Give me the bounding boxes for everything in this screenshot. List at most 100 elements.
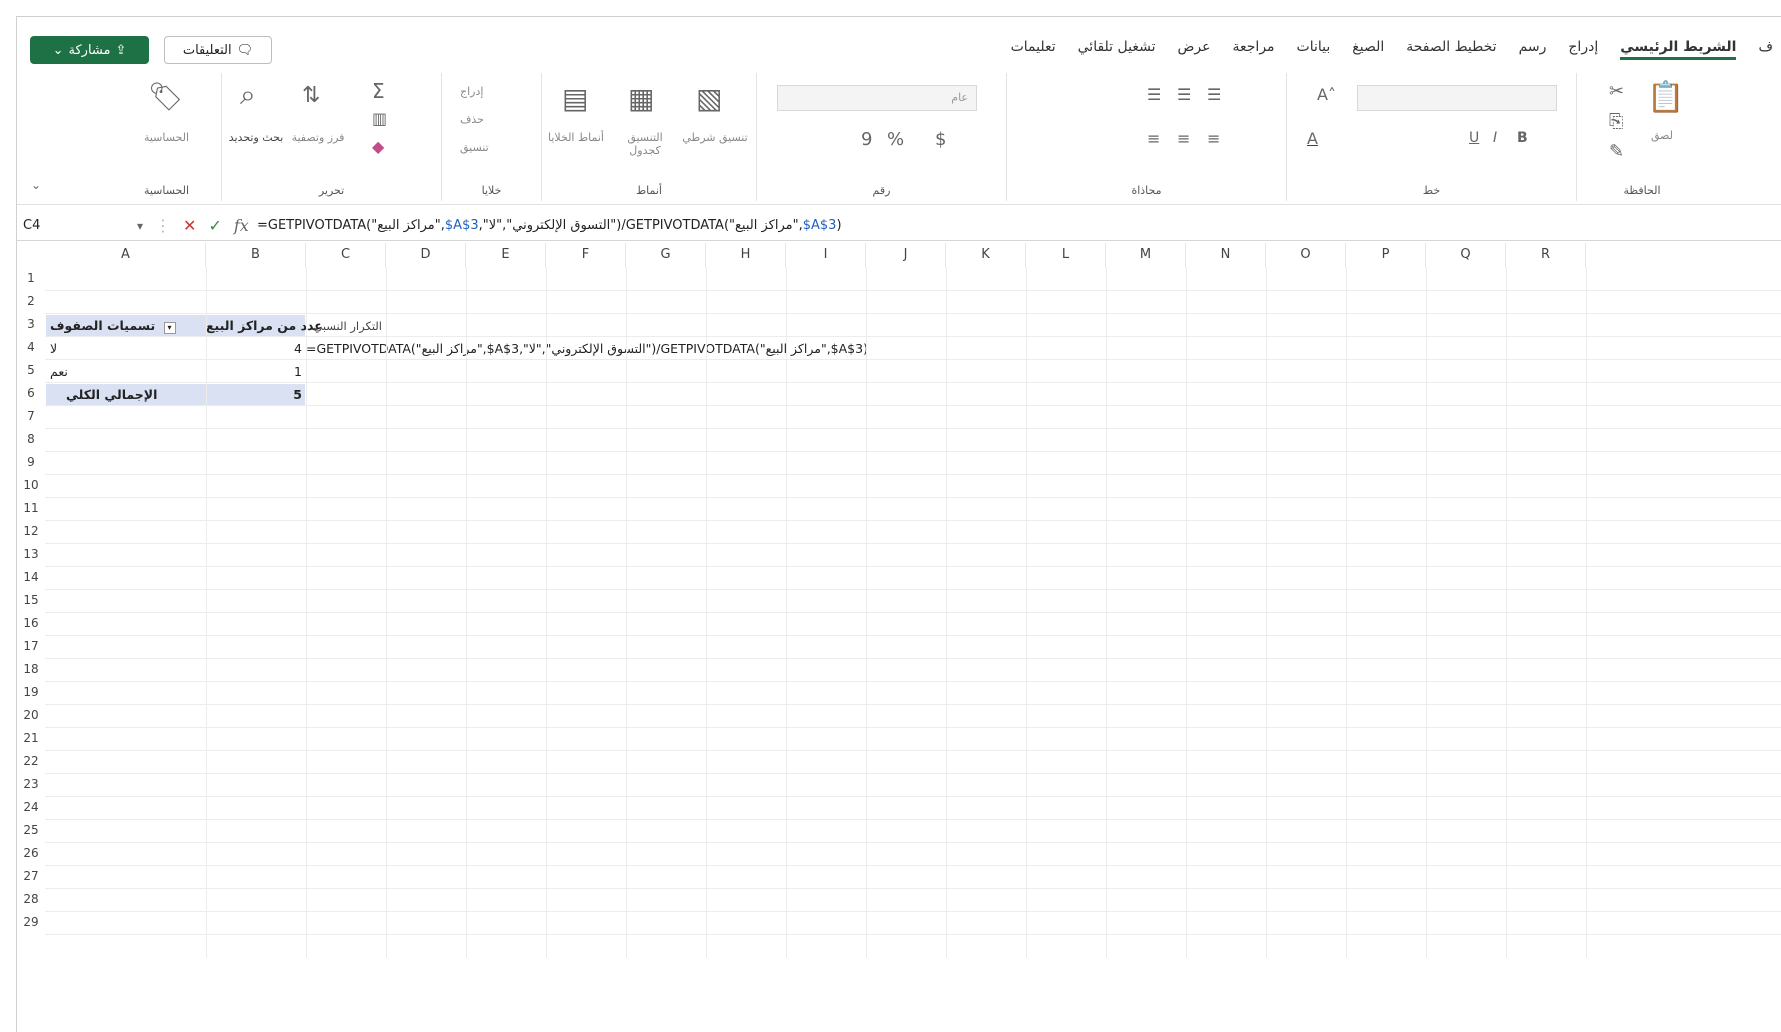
tab-home[interactable]: الشريط الرئيسي — [1620, 39, 1737, 60]
row-header-28[interactable]: 28 — [17, 888, 45, 911]
align-center-icon[interactable]: ≡ — [1177, 131, 1190, 147]
collapse-ribbon-icon[interactable]: ⌄ — [31, 179, 41, 191]
tab-data[interactable]: بيانات — [1297, 39, 1331, 60]
row-header-20[interactable]: 20 — [17, 704, 45, 727]
column-header-b[interactable]: B — [206, 243, 306, 267]
column-header-p[interactable]: P — [1346, 243, 1426, 267]
percent-button[interactable]: % — [887, 131, 904, 149]
tab-page-layout[interactable]: تخطيط الصفحة — [1406, 39, 1496, 60]
cell-styles-icon[interactable]: ▤ — [562, 85, 588, 113]
row-header-24[interactable]: 24 — [17, 796, 45, 819]
row-header-5[interactable]: 5 — [17, 359, 45, 382]
pivot-row-label-yes[interactable]: نعم — [50, 361, 68, 383]
bold-icon[interactable]: B — [1517, 131, 1528, 145]
row-header-8[interactable]: 8 — [17, 428, 45, 451]
delete-cells-button[interactable]: حذف — [460, 113, 484, 126]
pivot-grand-total-value[interactable]: 5 — [206, 384, 305, 406]
pivot-grand-total-label[interactable]: الإجمالي الكلي — [46, 384, 206, 406]
row-header-6[interactable]: 6 — [17, 382, 45, 405]
row-header-26[interactable]: 26 — [17, 842, 45, 865]
tab-insert[interactable]: إدراج — [1568, 39, 1598, 60]
enter-icon[interactable]: ✓ — [208, 216, 221, 235]
row-header-18[interactable]: 18 — [17, 658, 45, 681]
formula-input[interactable]: =GETPIVOTDATA("مراكز البيع",$A$3,"التسوق… — [257, 218, 842, 233]
clear-icon[interactable]: ◆ — [372, 139, 384, 155]
column-header-j[interactable]: J — [866, 243, 946, 267]
italic-icon[interactable]: I — [1493, 131, 1497, 145]
increase-font-icon[interactable]: A˄ — [1317, 87, 1336, 103]
column-header-l[interactable]: L — [1026, 243, 1106, 267]
cell-styles-label[interactable]: أنماط الخلايا — [546, 131, 606, 144]
column-header-f[interactable]: F — [546, 243, 626, 267]
name-box[interactable]: C4 — [17, 218, 137, 233]
sort-filter-icon[interactable]: ⇅ — [302, 85, 320, 107]
column-header-i[interactable]: I — [786, 243, 866, 267]
cell-c4-formula[interactable]: =GETPIVOTDATA("مراكز البيع",$A$3,"التسوق… — [306, 338, 868, 360]
align-right-icon[interactable]: ≡ — [1207, 131, 1220, 147]
number-format-select[interactable]: عام — [777, 85, 977, 111]
font-name-select[interactable] — [1357, 85, 1557, 111]
row-header-16[interactable]: 16 — [17, 612, 45, 635]
column-header-d[interactable]: D — [386, 243, 466, 267]
font-color-icon[interactable]: A — [1307, 131, 1318, 147]
format-painter-icon[interactable]: ✎ — [1609, 143, 1624, 161]
pivot-count-header[interactable]: عدد من مراكز البيع — [206, 315, 323, 337]
insert-function-icon[interactable]: fx — [234, 216, 249, 235]
tab-help[interactable]: تعليمات — [1011, 39, 1056, 60]
column-header-a[interactable]: A — [46, 243, 206, 267]
row-header-25[interactable]: 25 — [17, 819, 45, 842]
align-middle-icon[interactable]: ☰ — [1177, 87, 1191, 103]
row-header-29[interactable]: 29 — [17, 911, 45, 934]
row-header-4[interactable]: 4 — [17, 336, 45, 359]
row-header-1[interactable]: 1 — [17, 267, 45, 290]
cut-icon[interactable]: ✂ — [1609, 83, 1624, 101]
pivot-row-value-yes[interactable]: 1 — [206, 361, 302, 383]
column-header-e[interactable]: E — [466, 243, 546, 267]
align-bottom-icon[interactable]: ☰ — [1207, 87, 1221, 103]
comments-button[interactable]: التعليقات 🗨 — [164, 36, 272, 64]
row-header-2[interactable]: 2 — [17, 290, 45, 313]
row-header-15[interactable]: 15 — [17, 589, 45, 612]
pivot-filter-dropdown-icon[interactable]: ▾ — [163, 322, 176, 334]
column-header-h[interactable]: H — [706, 243, 786, 267]
format-cells-button[interactable]: تنسيق — [460, 141, 489, 154]
row-header-11[interactable]: 11 — [17, 497, 45, 520]
format-as-table-icon[interactable]: ▦ — [628, 85, 654, 113]
sensitivity-button-label[interactable]: الحساسية — [112, 131, 221, 144]
pivot-row-label-no[interactable]: لا — [50, 338, 57, 360]
column-header-o[interactable]: O — [1266, 243, 1346, 267]
conditional-formatting-label[interactable]: تنسيق شرطي — [682, 131, 748, 144]
column-header-c[interactable]: C — [306, 243, 386, 267]
column-header-n[interactable]: N — [1186, 243, 1266, 267]
search-icon[interactable]: ⌕ — [240, 81, 256, 109]
more-options-icon[interactable]: ⋮ — [155, 216, 171, 235]
row-header-10[interactable]: 10 — [17, 474, 45, 497]
tab-automate[interactable]: تشغيل تلقائي — [1078, 39, 1156, 60]
tab-draw[interactable]: رسم — [1519, 39, 1547, 60]
format-as-table-label[interactable]: التنسيق كجدول — [612, 131, 678, 157]
column-header-m[interactable]: M — [1106, 243, 1186, 267]
column-header-q[interactable]: Q — [1426, 243, 1506, 267]
insert-cells-button[interactable]: إدراج — [460, 85, 483, 98]
row-header-14[interactable]: 14 — [17, 566, 45, 589]
paste-label[interactable]: لصق — [1637, 129, 1687, 142]
pivot-row-value-no[interactable]: 4 — [206, 338, 302, 360]
fill-icon[interactable]: ▥ — [372, 111, 387, 127]
align-left-icon[interactable]: ≡ — [1147, 131, 1160, 147]
row-header-12[interactable]: 12 — [17, 520, 45, 543]
sensitivity-icon[interactable]: 🏷 — [148, 83, 184, 111]
column-header-k[interactable]: K — [946, 243, 1026, 267]
row-header-27[interactable]: 27 — [17, 865, 45, 888]
currency-button[interactable]: $ — [935, 131, 946, 149]
row-header-13[interactable]: 13 — [17, 543, 45, 566]
find-select-label[interactable]: بحث وتحديد — [226, 131, 286, 144]
row-header-19[interactable]: 19 — [17, 681, 45, 704]
row-header-7[interactable]: 7 — [17, 405, 45, 428]
autosum-icon[interactable]: Σ — [372, 81, 385, 101]
align-top-icon[interactable]: ☰ — [1147, 87, 1161, 103]
row-header-9[interactable]: 9 — [17, 451, 45, 474]
conditional-formatting-icon[interactable]: ▧ — [696, 85, 722, 113]
paste-icon[interactable]: 📋 — [1647, 83, 1684, 113]
row-header-3[interactable]: 3 — [17, 313, 45, 336]
row-header-22[interactable]: 22 — [17, 750, 45, 773]
